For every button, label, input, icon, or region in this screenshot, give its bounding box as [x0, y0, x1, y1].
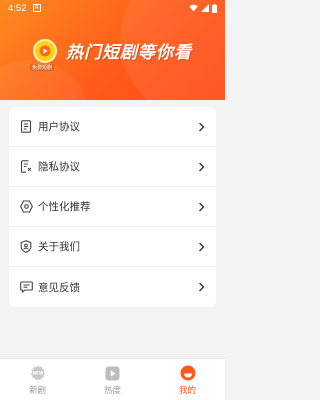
- privacy-document-icon: [19, 160, 33, 174]
- status-time: 4:52: [8, 2, 27, 14]
- tab-label: 新剧: [28, 386, 46, 396]
- chevron-right-icon: [196, 122, 206, 132]
- chevron-right-icon: [196, 202, 206, 212]
- slogan: 热门短剧等你看: [66, 43, 192, 63]
- battery-icon: [212, 3, 217, 13]
- app-logo-icon: [33, 38, 57, 63]
- tab-popular[interactable]: 热度: [75, 359, 150, 400]
- chevron-right-icon: [196, 242, 206, 252]
- menu-item-label: 关于我们: [38, 241, 80, 253]
- tab-label: 我的: [178, 386, 196, 396]
- menu-item-personalized-recommendation[interactable]: 个性化推荐: [9, 187, 216, 227]
- logo-caption: 免费短剧: [30, 63, 55, 71]
- menu-item-label: 意见反馈: [38, 281, 80, 294]
- notification-icon: A: [32, 4, 41, 12]
- menu-item-label: 个性化推荐: [38, 201, 91, 213]
- settings-menu-card: 用户协议 隐私协议 个性化推荐 关于我们 意见反馈: [9, 107, 216, 307]
- brand: 免费短剧 热门短剧等你看: [30, 38, 192, 71]
- settings-hexagon-icon: [19, 200, 33, 214]
- chevron-right-icon: [196, 162, 206, 172]
- menu-item-feedback[interactable]: 意见反馈: [9, 267, 216, 307]
- menu-item-user-agreement[interactable]: 用户协议: [9, 107, 216, 147]
- wifi-icon: [189, 4, 198, 12]
- header-banner: 4:52 A 免费短剧 热门短剧等你看: [0, 0, 225, 100]
- new-badge-icon: NEW: [30, 365, 46, 381]
- profile-face-icon: [180, 365, 196, 381]
- status-bar: 4:52 A: [0, 0, 225, 16]
- menu-item-about-us[interactable]: 关于我们: [9, 227, 216, 267]
- document-icon: [19, 120, 33, 134]
- bottom-tab-bar: NEW 新剧 热度 我的: [0, 358, 225, 400]
- tab-mine[interactable]: 我的: [150, 359, 225, 400]
- status-icons: [189, 3, 217, 13]
- menu-item-privacy-agreement[interactable]: 隐私协议: [9, 147, 216, 187]
- tab-label: 热度: [103, 386, 121, 396]
- signal-icon: [201, 4, 209, 12]
- shield-user-icon: [19, 240, 33, 254]
- tab-new-dramas[interactable]: NEW 新剧: [0, 359, 75, 400]
- menu-item-label: 用户协议: [38, 121, 80, 133]
- feedback-message-icon: [19, 280, 33, 294]
- svg-text:NEW: NEW: [32, 371, 43, 376]
- menu-item-label: 隐私协议: [38, 161, 80, 173]
- play-video-icon: [105, 365, 121, 381]
- chevron-right-icon: [196, 282, 206, 292]
